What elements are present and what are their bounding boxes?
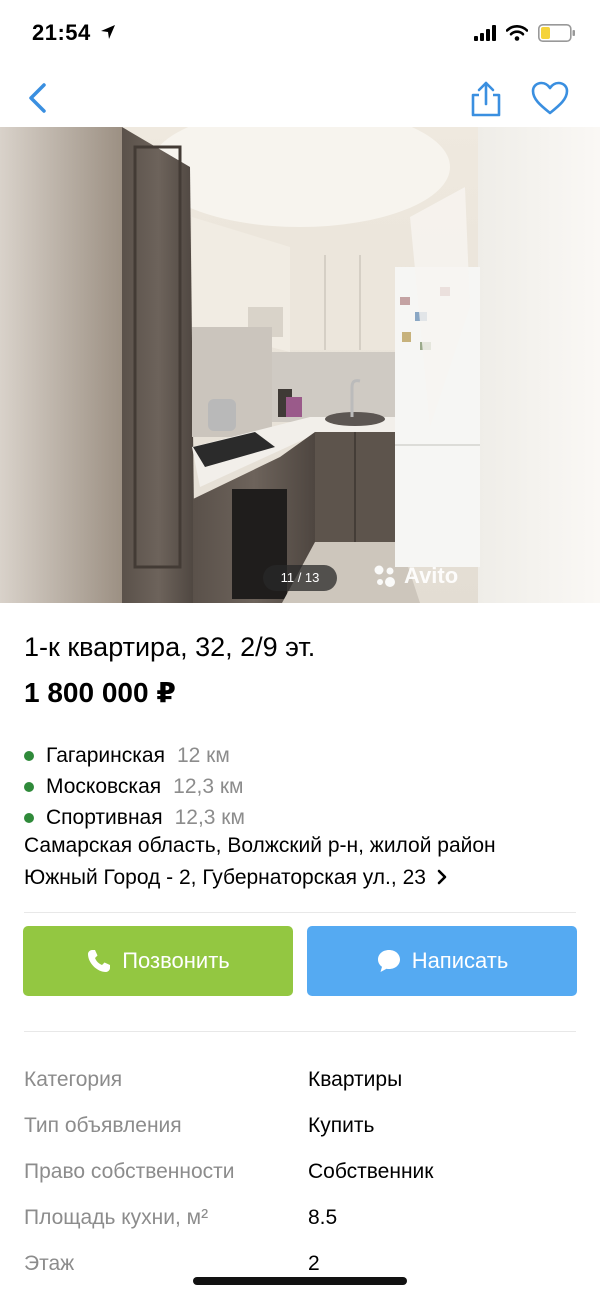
avito-watermark: Avito <box>372 563 458 589</box>
call-button-label: Позвонить <box>122 948 230 973</box>
status-bar: 21:54 <box>0 0 600 72</box>
battery-icon <box>538 24 576 47</box>
divider <box>24 1031 576 1032</box>
metro-line-icon <box>24 812 34 823</box>
metro-station-name: Московская <box>46 774 162 798</box>
chat-bubble-icon <box>377 950 400 972</box>
watermark-text: Avito <box>404 563 459 588</box>
param-value: Квартиры <box>308 1068 403 1091</box>
param-value: 2 <box>308 1252 320 1275</box>
param-value: Купить <box>308 1114 375 1137</box>
listing-title: 1-к квартира, 32, 2/9 эт. <box>24 632 316 662</box>
phone-icon <box>88 950 111 972</box>
metro-station-name: Гагаринская <box>46 743 165 767</box>
metro-distance: 12,3 км <box>174 805 245 829</box>
metro-list: Гагаринская 12 км Московская 12,3 км Спо… <box>24 740 245 833</box>
listing-price: 1 800 000 ₽ <box>24 677 176 708</box>
favorite-button[interactable] <box>528 76 572 120</box>
param-label: Право собственности <box>24 1160 235 1183</box>
param-row: Площадь кухни, м² 8.5 <box>24 1198 584 1244</box>
share-icon <box>471 81 501 117</box>
navigation-bar <box>0 72 600 127</box>
signal-icon <box>474 25 496 46</box>
listing-photo <box>0 127 600 603</box>
location-arrow-icon <box>100 24 116 45</box>
metro-distance: 12 км <box>176 743 230 767</box>
metro-line-icon <box>24 750 34 761</box>
heart-icon <box>531 81 569 115</box>
avito-logo-icon <box>374 565 395 587</box>
wifi-icon <box>505 25 529 46</box>
param-value: Собственник <box>308 1160 434 1183</box>
param-row: Категория Квартиры <box>24 1060 584 1106</box>
status-indicators <box>474 24 576 47</box>
address-link[interactable]: Самарская область, Волжский р-н, жилой р… <box>24 830 584 894</box>
metro-distance: 12,3 км <box>173 774 244 798</box>
metro-item: Гагаринская 12 км <box>24 740 245 771</box>
metro-line-icon <box>24 781 34 792</box>
photo-counter: 11 / 13 <box>263 565 337 591</box>
param-label: Тип объявления <box>24 1114 182 1137</box>
metro-station-name: Спортивная <box>46 805 163 829</box>
call-button[interactable]: Позвонить <box>23 926 293 996</box>
message-button[interactable]: Написать <box>307 926 577 996</box>
param-label: Площадь кухни, м² <box>24 1206 209 1229</box>
chevron-left-icon <box>29 83 46 113</box>
status-time: 21:54 <box>32 20 91 45</box>
param-row: Право собственности Собственник <box>24 1152 584 1198</box>
address-line-2: Южный Город - 2, Губернаторская ул., 23 <box>24 866 426 889</box>
home-indicator[interactable] <box>193 1277 407 1285</box>
metro-item: Московская 12,3 км <box>24 771 245 802</box>
param-value: 8.5 <box>308 1206 338 1229</box>
param-label: Категория <box>24 1068 123 1091</box>
message-button-label: Написать <box>411 948 509 973</box>
param-row: Тип объявления Купить <box>24 1106 584 1152</box>
metro-item: Спортивная 12,3 км <box>24 802 245 833</box>
photo-gallery[interactable]: 11 / 13 Avito <box>0 127 600 603</box>
param-label: Этаж <box>24 1252 75 1275</box>
chevron-right-icon <box>437 869 447 885</box>
share-button[interactable] <box>466 76 506 120</box>
parameters-list: Категория Квартиры Тип объявления Купить… <box>24 1060 584 1290</box>
address-line-1: Самарская область, Волжский р-н, жилой р… <box>24 834 496 857</box>
back-button[interactable] <box>22 76 58 120</box>
divider <box>24 912 576 913</box>
